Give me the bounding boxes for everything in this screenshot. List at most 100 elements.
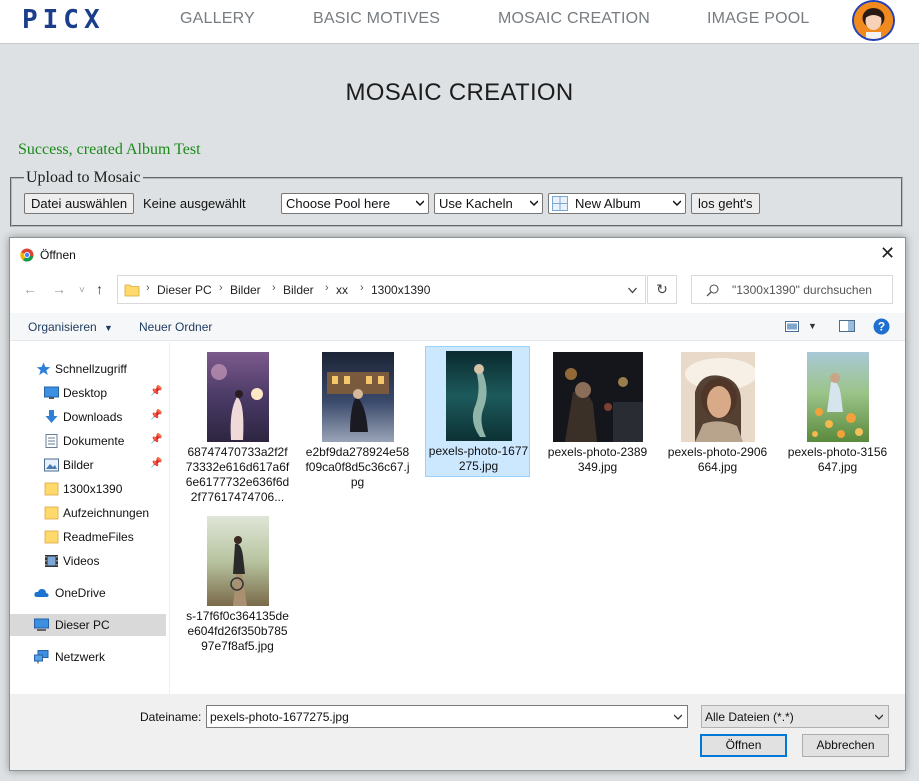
sidebar-item-folder-1300x1390[interactable]: 1300x1390 — [10, 478, 166, 500]
cloud-icon — [34, 588, 49, 597]
organize-menu[interactable]: Organisieren ▼ — [28, 320, 113, 334]
sidebar-item-quick-access[interactable]: Schnellzugriff — [10, 358, 166, 380]
forward-arrow-icon[interactable]: → — [52, 281, 66, 297]
image-thumbnail-icon — [206, 352, 269, 442]
file-name: s-17f6f0c364135dee604fd26f350b78597e7f8a… — [186, 609, 289, 653]
pool-select-value: Choose Pool here — [286, 196, 391, 211]
desktop-icon — [44, 386, 59, 399]
recent-locations-chevron-icon[interactable]: ˅ — [79, 285, 85, 296]
file-thumbnail — [545, 348, 650, 442]
nav-link-gallery[interactable]: GALLERY — [180, 10, 255, 28]
pin-icon[interactable]: 📌 — [150, 434, 162, 445]
chevron-down-icon[interactable] — [674, 713, 682, 721]
breadcrumb-item[interactable]: Bilder — [230, 283, 261, 297]
breadcrumb-item[interactable]: 1300x1390 — [371, 283, 430, 297]
download-icon — [45, 410, 58, 423]
refresh-icon[interactable]: ↻ — [647, 275, 677, 304]
nav-link-basic-motives[interactable]: BASIC MOTIVES — [313, 10, 440, 28]
navigation-pane: Schnellzugriff Desktop 📌 Downloads 📌 Dok… — [10, 342, 170, 694]
nav-link-mosaic-creation[interactable]: MOSAIC CREATION — [498, 10, 650, 28]
image-thumbnail-icon — [680, 352, 755, 442]
sidebar-item-videos[interactable]: Videos — [10, 550, 166, 572]
chevron-down-icon[interactable] — [628, 287, 637, 294]
sidebar-item-label: 1300x1390 — [63, 482, 123, 496]
new-folder-button[interactable]: Neuer Ordner — [139, 320, 212, 334]
preview-pane-icon[interactable] — [839, 320, 855, 332]
file-item[interactable]: pexels-photo-2389349.jpg — [545, 348, 650, 478]
pin-icon[interactable]: 📌 — [150, 458, 162, 469]
chevron-down-icon — [875, 714, 883, 720]
sidebar-item-aufzeichnungen[interactable]: Aufzeichnungen — [10, 502, 166, 524]
sidebar-item-pictures[interactable]: Bilder 📌 — [10, 454, 166, 476]
file-name: 68747470733a2f2f73332e616d617a6f6e617773… — [185, 445, 290, 504]
file-name: pexels-photo-2389349.jpg — [547, 445, 648, 474]
file-item[interactable]: s-17f6f0c364135dee604fd26f350b78597e7f8a… — [185, 512, 290, 657]
file-item[interactable]: pexels-photo-2906664.jpg — [665, 348, 770, 478]
image-thumbnail-icon — [321, 352, 394, 442]
success-message: Success, created Album Test — [18, 141, 201, 158]
file-item[interactable]: 68747470733a2f2f73332e616d617a6f6e617773… — [185, 348, 290, 508]
dialog-footer: Dateiname: pexels-photo-1677275.jpg Alle… — [10, 694, 905, 770]
filename-label: Dateiname: — [140, 710, 202, 724]
open-button[interactable]: Öffnen — [700, 734, 787, 757]
album-select[interactable]: New Album — [548, 193, 686, 214]
address-bar[interactable]: › Dieser PC › Bilder › Bilder › xx › 130… — [117, 275, 646, 304]
file-open-dialog: Öffnen ✕ ← → ˅ ↑ › Dieser PC › Bilder › … — [9, 237, 906, 771]
tiles-select-value: Use Kacheln — [439, 196, 513, 211]
file-item[interactable]: e2bf9da278924e58f09ca0f8d5c36c67.jpg — [305, 348, 410, 493]
search-icon — [706, 284, 719, 297]
view-mode-icon[interactable] — [785, 321, 799, 332]
image-thumbnail-icon — [206, 516, 269, 606]
logo[interactable]: PICX — [22, 5, 105, 35]
chevron-down-icon — [530, 200, 538, 207]
document-icon — [45, 434, 58, 448]
file-name: e2bf9da278924e58f09ca0f8d5c36c67.jpg — [305, 445, 410, 489]
file-name: pexels-photo-3156647.jpg — [787, 445, 888, 474]
user-avatar-icon — [854, 2, 893, 39]
cancel-button[interactable]: Abbrechen — [802, 734, 889, 757]
folder-icon — [44, 482, 59, 496]
sidebar-item-label: Dieser PC — [55, 618, 110, 632]
breadcrumb-item[interactable]: Bilder — [283, 283, 314, 297]
network-icon — [34, 650, 49, 664]
breadcrumb-item[interactable]: xx — [336, 283, 348, 297]
filetype-value: Alle Dateien (*.*) — [705, 710, 794, 724]
pin-icon[interactable]: 📌 — [150, 410, 162, 421]
image-thumbnail-icon — [552, 352, 643, 442]
video-icon — [45, 555, 58, 567]
sidebar-item-downloads[interactable]: Downloads 📌 — [10, 406, 166, 428]
up-arrow-icon[interactable]: ↑ — [96, 281, 103, 297]
sidebar-item-network[interactable]: Netzwerk — [10, 646, 166, 668]
sidebar-item-desktop[interactable]: Desktop 📌 — [10, 382, 166, 404]
search-box[interactable]: "1300x1390" durchsuchen — [691, 275, 893, 304]
filename-input[interactable]: pexels-photo-1677275.jpg — [206, 705, 688, 728]
file-item[interactable]: pexels-photo-3156647.jpg — [785, 348, 890, 478]
choose-file-button[interactable]: Datei auswählen — [24, 193, 135, 214]
filetype-select[interactable]: Alle Dateien (*.*) — [701, 705, 889, 728]
sidebar-item-this-pc[interactable]: Dieser PC — [10, 614, 166, 636]
chevron-down-icon[interactable]: ▼ — [808, 321, 817, 331]
sidebar-item-documents[interactable]: Dokumente 📌 — [10, 430, 166, 452]
go-button[interactable]: los geht's — [691, 193, 760, 214]
search-placeholder: "1300x1390" durchsuchen — [732, 283, 872, 297]
file-item-selected[interactable]: pexels-photo-1677275.jpg — [425, 346, 530, 477]
computer-icon — [34, 618, 49, 631]
pin-icon[interactable]: 📌 — [150, 386, 162, 397]
file-thumbnail — [426, 347, 531, 441]
user-avatar[interactable] — [852, 0, 895, 41]
pool-select[interactable]: Choose Pool here — [281, 193, 429, 214]
album-grid-icon — [552, 196, 568, 211]
file-thumbnail — [785, 348, 890, 442]
back-arrow-icon[interactable]: ← — [23, 281, 37, 297]
sidebar-item-readmefiles[interactable]: ReadmeFiles — [10, 526, 166, 548]
star-icon — [36, 362, 51, 375]
chevron-down-icon — [416, 200, 424, 207]
sidebar-item-onedrive[interactable]: OneDrive — [10, 582, 166, 604]
help-icon[interactable]: ? — [873, 318, 890, 335]
breadcrumb-item[interactable]: Dieser PC — [157, 283, 212, 297]
nav-link-image-pool[interactable]: IMAGE POOL — [707, 10, 809, 28]
tiles-select[interactable]: Use Kacheln — [434, 193, 543, 214]
image-thumbnail-icon — [806, 352, 869, 442]
file-thumbnail — [305, 348, 410, 442]
close-icon[interactable]: ✕ — [880, 244, 895, 262]
